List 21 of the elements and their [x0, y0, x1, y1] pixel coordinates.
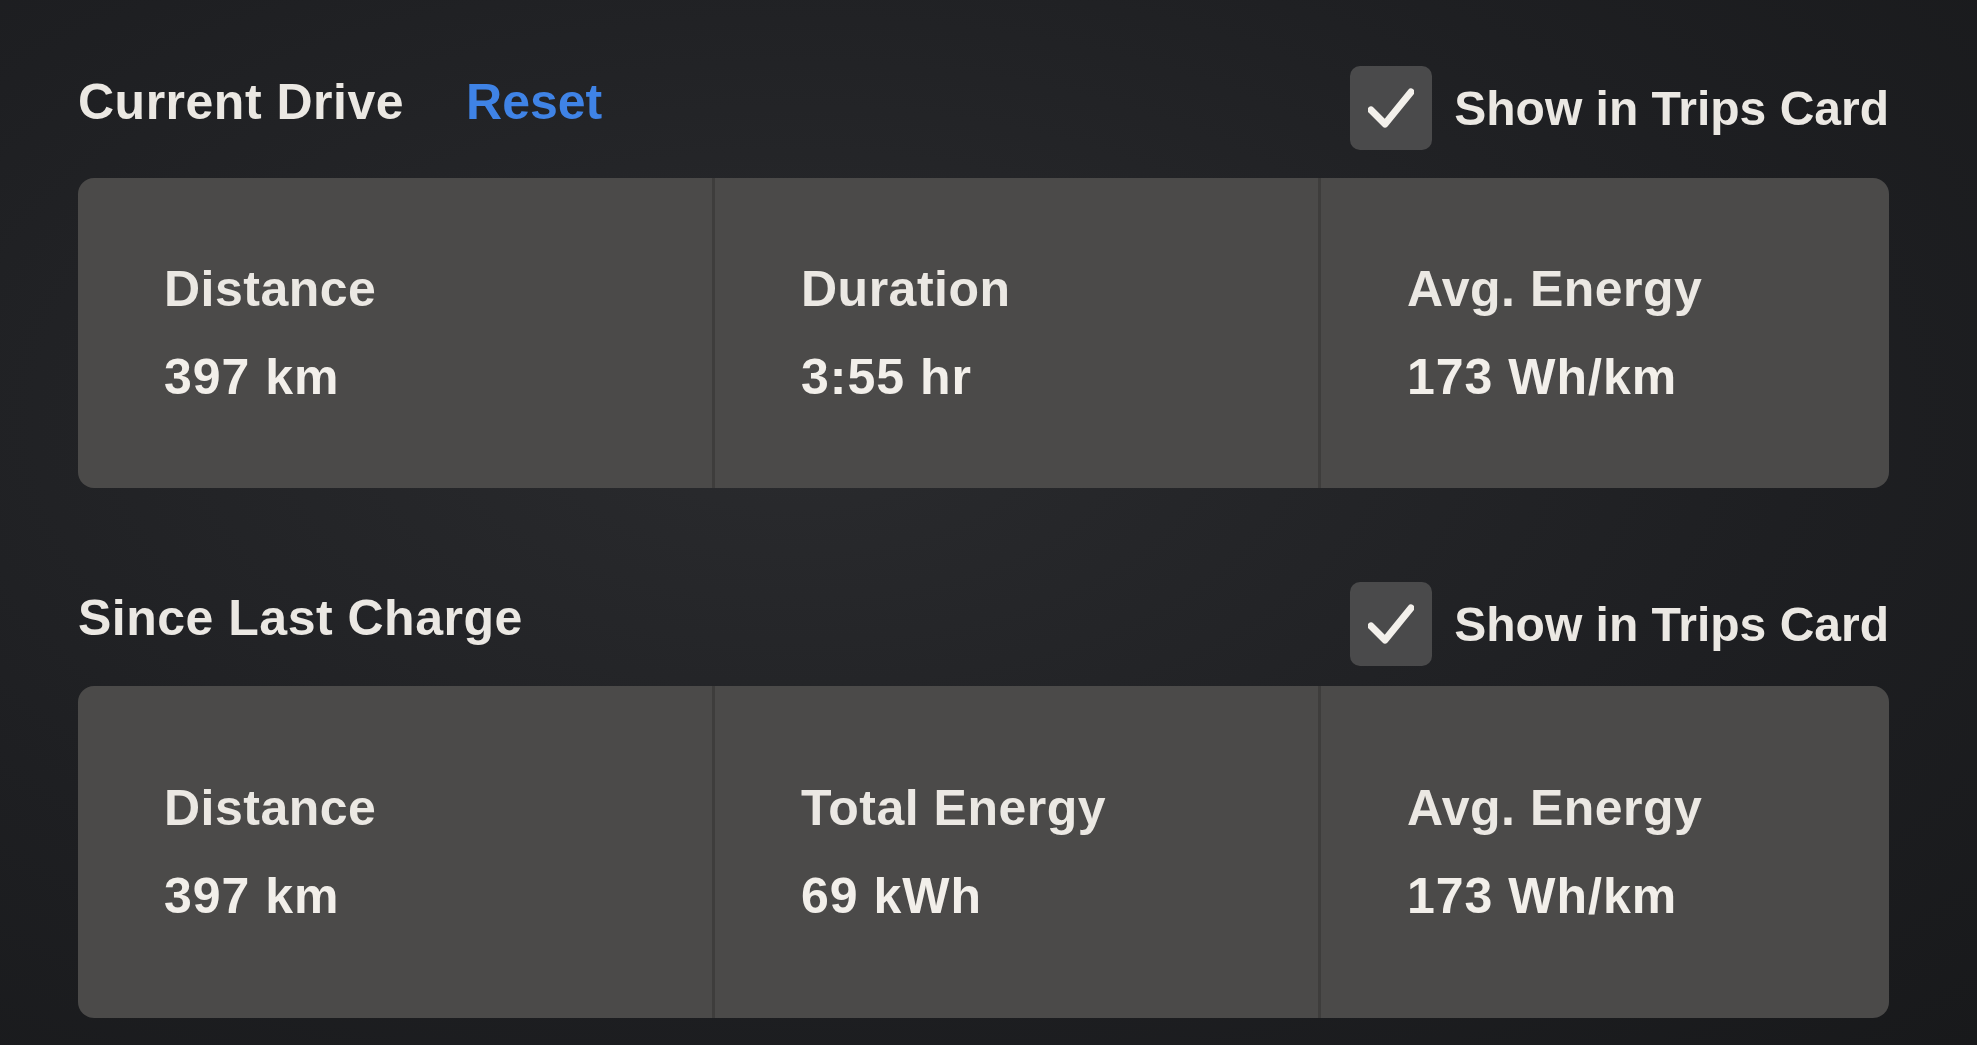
section-title: Since Last Charge [78, 589, 523, 647]
stat-value: 397 km [164, 348, 341, 406]
stat-value: 69 kWh [801, 867, 984, 925]
stat-label: Avg. Energy [1407, 779, 1704, 837]
stat-value: 397 km [164, 867, 341, 925]
checkmark-icon [1368, 88, 1415, 128]
stat-label: Total Energy [801, 779, 1108, 837]
checkbox-label[interactable]: Show in Trips Card [1454, 80, 1889, 136]
checkbox-label[interactable]: Show in Trips Card [1454, 596, 1889, 652]
stat-value: 173 Wh/km [1407, 867, 1679, 925]
stat-value: 3:55 hr [801, 348, 973, 406]
checkbox[interactable] [1350, 66, 1433, 150]
checkbox[interactable] [1350, 582, 1433, 666]
stat-value: 173 Wh/km [1407, 348, 1679, 406]
stat-label: Distance [164, 260, 378, 318]
stat-label: Distance [164, 779, 378, 837]
reset-link[interactable]: Reset [466, 73, 603, 131]
checkmark-icon [1368, 604, 1415, 644]
section-title: Current Drive [78, 73, 405, 131]
stat-label: Duration [801, 260, 1012, 318]
stat-label: Avg. Energy [1407, 260, 1704, 318]
